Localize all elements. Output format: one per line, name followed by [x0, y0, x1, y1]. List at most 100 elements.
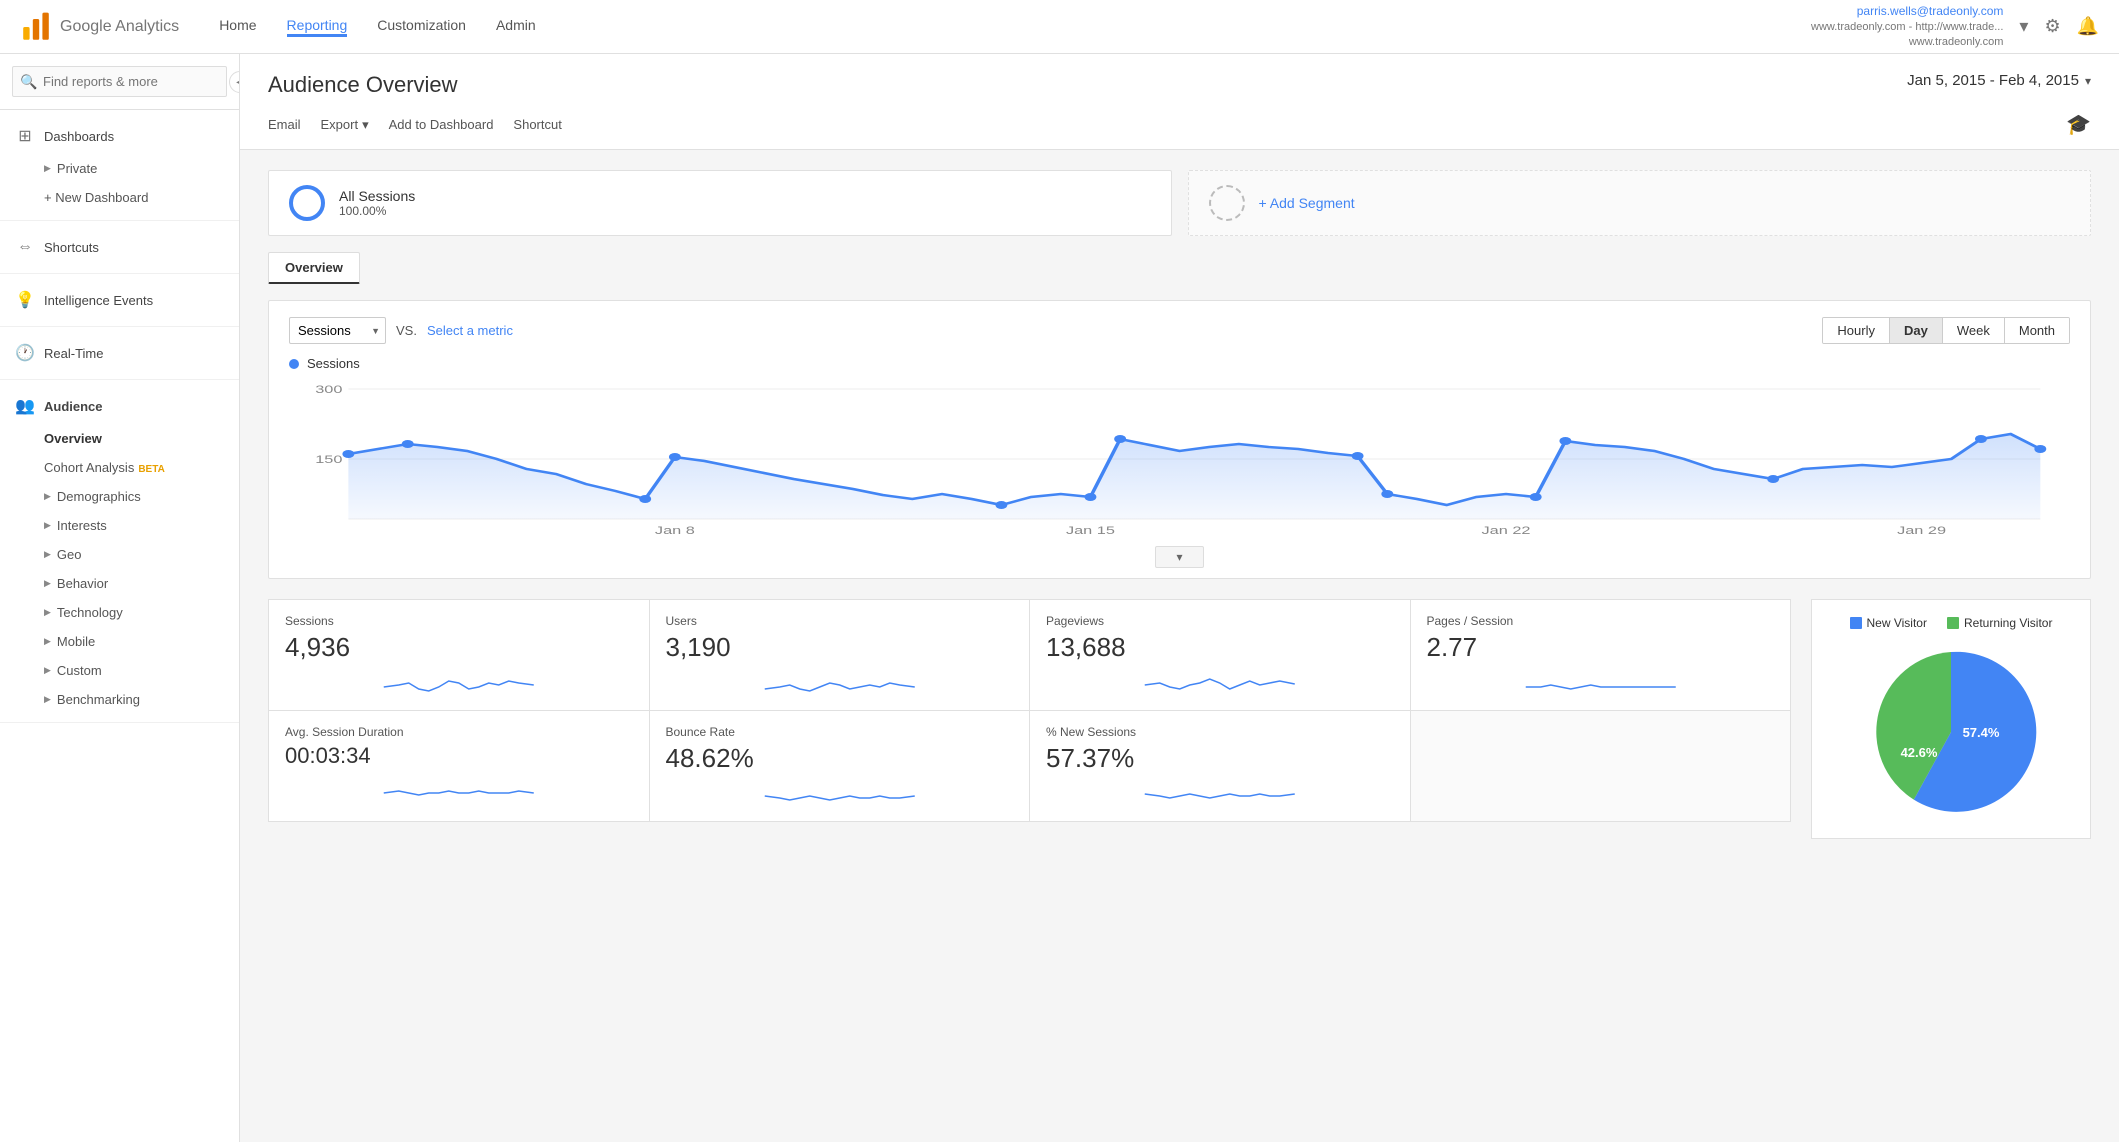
sidebar-item-audience[interactable]: 👥 Audience: [0, 388, 239, 424]
email-button[interactable]: Email: [268, 117, 301, 144]
metric-card-bounce-rate: Bounce Rate 48.62%: [650, 711, 1031, 821]
date-range-arrow-icon: ▾: [2085, 74, 2091, 88]
tab-row: Overview: [268, 252, 2091, 284]
sparkline-sessions: [285, 669, 633, 697]
time-btn-month[interactable]: Month: [2004, 318, 2069, 343]
legend-label: Sessions: [307, 356, 360, 371]
metric-card-empty: [1411, 711, 1791, 821]
nav-customization[interactable]: Customization: [377, 17, 466, 37]
time-btn-week[interactable]: Week: [1942, 318, 2004, 343]
svg-text:Jan 15: Jan 15: [1066, 524, 1115, 537]
dropdown-arrow-icon[interactable]: ▾: [2019, 16, 2028, 37]
segment-pct: 100.00%: [339, 204, 415, 218]
time-btn-day[interactable]: Day: [1889, 318, 1942, 343]
sidebar-item-label-demographics: Demographics: [57, 489, 141, 504]
sidebar-item-interests[interactable]: ▶ Interests: [0, 511, 239, 540]
sidebar-item-private[interactable]: ▶ Private: [0, 154, 239, 183]
metric-select-wrapper: Sessions Users Pageviews: [289, 317, 386, 344]
sidebar-item-shortcuts[interactable]: ⇔ Shortcuts: [0, 229, 239, 265]
metrics-and-pie: Sessions 4,936 Users 3,190: [268, 599, 2091, 839]
main-nav: Home Reporting Customization Admin: [219, 17, 1811, 37]
sidebar-item-geo[interactable]: ▶ Geo: [0, 540, 239, 569]
notifications-icon[interactable]: 🔔: [2077, 16, 2099, 37]
settings-icon[interactable]: ⚙: [2044, 16, 2060, 37]
sparkline-pageviews: [1046, 669, 1394, 697]
sparkline-users: [666, 669, 1014, 697]
top-navigation: Google Analytics Home Reporting Customiz…: [0, 0, 2119, 54]
add-to-dashboard-button[interactable]: Add to Dashboard: [389, 117, 494, 144]
metric-card-new-sessions: % New Sessions 57.37%: [1030, 711, 1411, 821]
sparkline-avg-duration: [285, 775, 633, 803]
pie-chart: 57.4% 42.6%: [1861, 642, 2041, 822]
account-info[interactable]: parris.wells@tradeonly.com www.tradeonly…: [1811, 3, 2003, 51]
pie-color-new: [1850, 617, 1862, 629]
segment-name: All Sessions: [339, 188, 415, 204]
add-segment-box[interactable]: + Add Segment: [1188, 170, 2092, 236]
svg-text:57.4%: 57.4%: [1963, 725, 2000, 740]
top-nav-right: parris.wells@tradeonly.com www.tradeonly…: [1811, 3, 2099, 51]
sidebar-item-label-dashboards: Dashboards: [44, 129, 114, 144]
sidebar-item-cohort-analysis[interactable]: Cohort AnalysisBETA: [0, 453, 239, 482]
account-domain1: www.tradeonly.com - http://www.trade...: [1811, 20, 2003, 35]
vs-label: VS.: [396, 323, 417, 338]
page-title: Audience Overview: [268, 72, 458, 98]
shortcut-button[interactable]: Shortcut: [513, 117, 561, 144]
sidebar-item-mobile[interactable]: ▶ Mobile: [0, 627, 239, 656]
graduation-cap-icon[interactable]: 🎓: [2066, 112, 2091, 149]
sidebar-item-label-private: Private: [57, 161, 97, 176]
metric-value-users: 3,190: [666, 632, 1014, 663]
nav-reporting[interactable]: Reporting: [287, 17, 348, 37]
triangle-icon: ▶: [44, 665, 51, 676]
search-input[interactable]: [12, 66, 227, 97]
pie-section: New Visitor Returning Visitor: [1811, 599, 2091, 839]
sidebar: 🔍 ◀ ⊞ Dashboards ▶ Private + New Dashboa…: [0, 54, 240, 1142]
sidebar-item-custom[interactable]: ▶ Custom: [0, 656, 239, 685]
sidebar-item-technology[interactable]: ▶ Technology: [0, 598, 239, 627]
sidebar-item-demographics[interactable]: ▶ Demographics: [0, 482, 239, 511]
pie-legend-returning: Returning Visitor: [1947, 616, 2053, 630]
time-btn-hourly[interactable]: Hourly: [1823, 318, 1889, 343]
sidebar-item-intelligence[interactable]: 💡 Intelligence Events: [0, 282, 239, 318]
sidebar-item-new-dashboard[interactable]: + New Dashboard: [0, 183, 239, 212]
arrows-icon: ⇔: [16, 238, 34, 256]
nav-admin[interactable]: Admin: [496, 17, 536, 37]
nav-home[interactable]: Home: [219, 17, 256, 37]
sidebar-item-behavior[interactable]: ▶ Behavior: [0, 569, 239, 598]
date-range-picker[interactable]: Jan 5, 2015 - Feb 4, 2015 ▾: [1907, 72, 2091, 89]
account-email: parris.wells@tradeonly.com: [1811, 3, 2003, 20]
sidebar-item-label-benchmarking: Benchmarking: [57, 692, 140, 707]
triangle-icon: ▶: [44, 491, 51, 502]
pie-label-returning: Returning Visitor: [1964, 616, 2053, 630]
chart-section: Sessions Users Pageviews VS. Select a me…: [268, 300, 2091, 579]
export-button[interactable]: Export ▾: [321, 117, 369, 145]
sidebar-section-realtime: 🕐 Real-Time: [0, 327, 239, 380]
metric-value-pages-session: 2.77: [1427, 632, 1775, 663]
svg-text:Jan 29: Jan 29: [1897, 524, 1946, 537]
clock-icon: 🕐: [16, 344, 34, 362]
chart-legend: Sessions: [289, 356, 2070, 371]
metric-label-pageviews: Pageviews: [1046, 614, 1394, 628]
metric-card-pages-session: Pages / Session 2.77: [1411, 600, 1791, 710]
metrics-row-1: Sessions 4,936 Users 3,190: [268, 599, 1791, 711]
select-metric-link[interactable]: Select a metric: [427, 323, 513, 338]
metric-select[interactable]: Sessions Users Pageviews: [289, 317, 386, 344]
sidebar-item-realtime[interactable]: 🕐 Real-Time: [0, 335, 239, 371]
legend-dot: [289, 359, 299, 369]
metric-label-bounce-rate: Bounce Rate: [666, 725, 1014, 739]
sidebar-item-overview[interactable]: Overview: [0, 424, 239, 453]
account-domain2: www.tradeonly.com: [1811, 35, 2003, 50]
active-segment-box[interactable]: All Sessions 100.00%: [268, 170, 1172, 236]
sidebar-item-label-realtime: Real-Time: [44, 346, 103, 361]
metric-label-avg-duration: Avg. Session Duration: [285, 725, 633, 739]
sidebar-item-label-intelligence: Intelligence Events: [44, 293, 153, 308]
sidebar-item-benchmarking[interactable]: ▶ Benchmarking: [0, 685, 239, 714]
page-header: Audience Overview Jan 5, 2015 - Feb 4, 2…: [240, 54, 2119, 150]
logo-text: Google Analytics: [60, 18, 179, 36]
tab-overview[interactable]: Overview: [268, 252, 360, 284]
sidebar-item-dashboards[interactable]: ⊞ Dashboards: [0, 118, 239, 154]
sidebar-item-label-audience: Audience: [44, 399, 103, 414]
expand-chart-button[interactable]: ▾: [1155, 546, 1203, 568]
sidebar-item-label-interests: Interests: [57, 518, 107, 533]
beta-badge: BETA: [138, 464, 164, 475]
chart-expand-area: ▾: [289, 546, 2070, 568]
